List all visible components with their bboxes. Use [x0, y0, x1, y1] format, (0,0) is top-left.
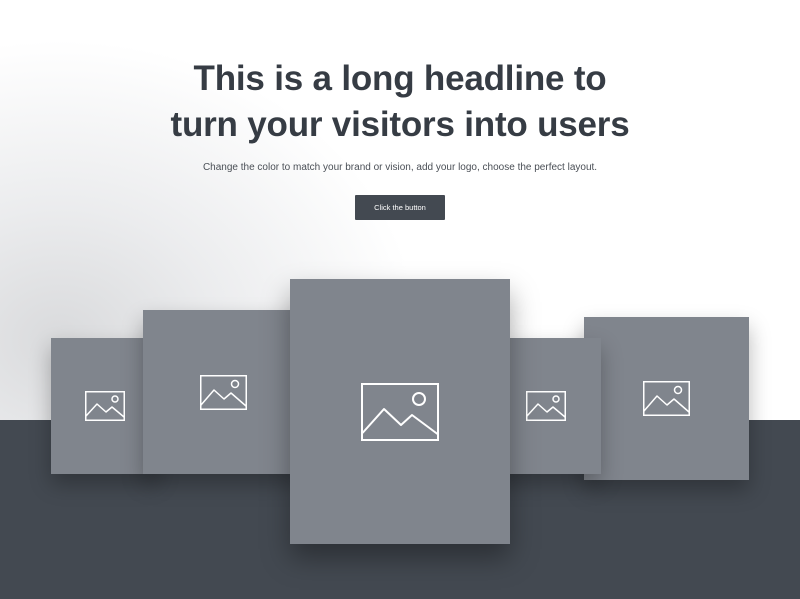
- image-placeholder-icon: [361, 382, 439, 441]
- gallery-card-featured: [290, 279, 510, 544]
- subtitle: Change the color to match your brand or …: [202, 162, 598, 173]
- headline-line-2: turn your visitors into users: [170, 105, 630, 144]
- gallery-card: [143, 310, 303, 474]
- cta-button[interactable]: Click the button: [355, 195, 445, 220]
- landing-page: This is a long headline to turn your vis…: [0, 0, 800, 599]
- image-placeholder-icon: [199, 374, 247, 410]
- gallery-card: [584, 317, 749, 480]
- gallery-card: [51, 338, 158, 474]
- image-placeholder-icon: [84, 391, 125, 421]
- headline-line-1: This is a long headline to: [193, 59, 607, 98]
- image-placeholder-icon: [643, 381, 690, 416]
- headline: This is a long headline to turn your vis…: [0, 56, 800, 148]
- image-placeholder-icon: [526, 391, 566, 421]
